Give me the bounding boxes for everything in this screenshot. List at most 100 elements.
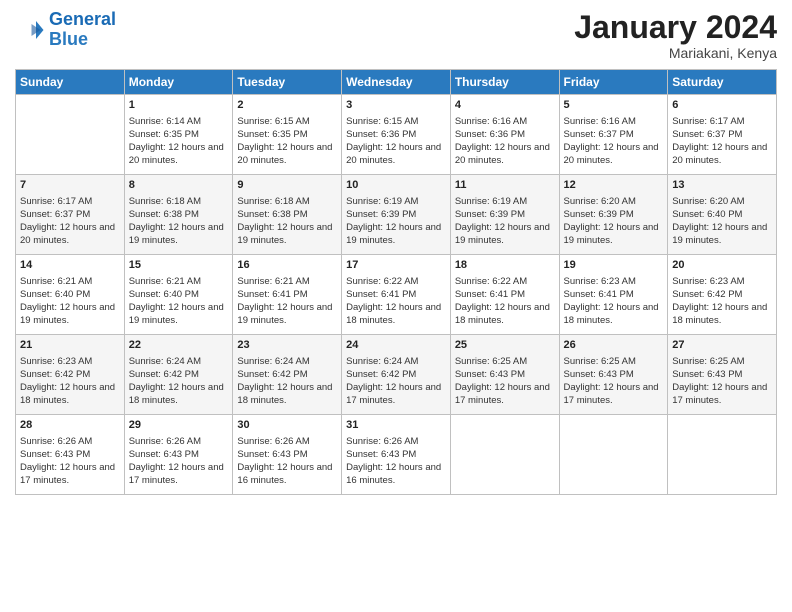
day-info: Sunrise: 6:22 AM Sunset: 6:41 PM Dayligh… <box>346 275 446 328</box>
day-info: Sunrise: 6:21 AM Sunset: 6:41 PM Dayligh… <box>237 275 337 328</box>
calendar-cell: 19 Sunrise: 6:23 AM Sunset: 6:41 PM Dayli… <box>559 255 668 335</box>
day-number: 21 <box>20 338 120 353</box>
day-info: Sunrise: 6:24 AM Sunset: 6:42 PM Dayligh… <box>346 355 446 408</box>
day-number: 8 <box>129 178 229 193</box>
col-saturday: Saturday <box>668 70 777 95</box>
day-number: 6 <box>672 98 772 113</box>
day-number: 10 <box>346 178 446 193</box>
calendar-cell: 4Sunrise: 6:16 AM Sunset: 6:36 PM Daylig… <box>450 95 559 175</box>
logo-icon <box>15 15 45 45</box>
calendar-cell <box>16 95 125 175</box>
day-info: Sunrise: 6:17 AM Sunset: 6:37 PM Dayligh… <box>672 115 772 168</box>
calendar-cell: 25 Sunrise: 6:25 AM Sunset: 6:43 PM Dayli… <box>450 335 559 415</box>
day-info: Sunrise: 6:24 AM Sunset: 6:42 PM Dayligh… <box>129 355 229 408</box>
day-number: 12 <box>564 178 664 193</box>
day-number: 18 <box>455 258 555 273</box>
day-number: 1 <box>129 98 229 113</box>
calendar-cell: 2 Sunrise: 6:15 AM Sunset: 6:35 PM Daylig… <box>233 95 342 175</box>
day-number: 29 <box>129 418 229 433</box>
calendar-table: Sunday Monday Tuesday Wednesday Thursday… <box>15 69 777 495</box>
day-number: 16 <box>237 258 337 273</box>
calendar-cell: 30Sunrise: 6:26 AM Sunset: 6:43 PM Dayli… <box>233 415 342 495</box>
day-number: 31 <box>346 418 446 433</box>
day-number: 24 <box>346 338 446 353</box>
calendar-cell: 20 Sunrise: 6:23 AM Sunset: 6:42 PM Dayli… <box>668 255 777 335</box>
calendar-cell: 9 Sunrise: 6:18 AM Sunset: 6:38 PM Daylig… <box>233 175 342 255</box>
calendar-cell: 13 Sunrise: 6:20 AM Sunset: 6:40 PM Dayli… <box>668 175 777 255</box>
day-number: 27 <box>672 338 772 353</box>
week-row-1: 7 Sunrise: 6:17 AM Sunset: 6:37 PM Daylig… <box>16 175 777 255</box>
day-number: 11 <box>455 178 555 193</box>
day-info: Sunrise: 6:20 AM Sunset: 6:40 PM Dayligh… <box>672 195 772 248</box>
day-number: 14 <box>20 258 120 273</box>
header: General Blue January 2024 Mariakani, Ken… <box>15 10 777 61</box>
calendar-cell: 10 Sunrise: 6:19 AM Sunset: 6:39 PM Dayli… <box>342 175 451 255</box>
day-info: Sunrise: 6:22 AM Sunset: 6:41 PM Dayligh… <box>455 275 555 328</box>
col-friday: Friday <box>559 70 668 95</box>
day-info: Sunrise: 6:21 AM Sunset: 6:40 PM Dayligh… <box>20 275 120 328</box>
day-number: 17 <box>346 258 446 273</box>
day-info: Sunrise: 6:18 AM Sunset: 6:38 PM Dayligh… <box>237 195 337 248</box>
day-number: 2 <box>237 98 337 113</box>
calendar-cell: 29 Sunrise: 6:26 AM Sunset: 6:43 PM Dayli… <box>124 415 233 495</box>
calendar-cell: 5 Sunrise: 6:16 AM Sunset: 6:37 PM Daylig… <box>559 95 668 175</box>
day-info: Sunrise: 6:21 AM Sunset: 6:40 PM Dayligh… <box>129 275 229 328</box>
calendar-cell: 28Sunrise: 6:26 AM Sunset: 6:43 PM Dayli… <box>16 415 125 495</box>
page: General Blue January 2024 Mariakani, Ken… <box>0 0 792 612</box>
day-info: Sunrise: 6:20 AM Sunset: 6:39 PM Dayligh… <box>564 195 664 248</box>
day-number: 3 <box>346 98 446 113</box>
title-block: January 2024 Mariakani, Kenya <box>574 10 777 61</box>
day-info: Sunrise: 6:23 AM Sunset: 6:41 PM Dayligh… <box>564 275 664 328</box>
location: Mariakani, Kenya <box>574 45 777 61</box>
calendar-cell: 12 Sunrise: 6:20 AM Sunset: 6:39 PM Dayli… <box>559 175 668 255</box>
calendar-cell <box>559 415 668 495</box>
week-row-0: 1 Sunrise: 6:14 AM Sunset: 6:35 PM Daylig… <box>16 95 777 175</box>
calendar-cell: 26 Sunrise: 6:25 AM Sunset: 6:43 PM Dayli… <box>559 335 668 415</box>
day-number: 13 <box>672 178 772 193</box>
col-wednesday: Wednesday <box>342 70 451 95</box>
day-number: 19 <box>564 258 664 273</box>
week-row-3: 21 Sunrise: 6:23 AM Sunset: 6:42 PM Dayli… <box>16 335 777 415</box>
day-info: Sunrise: 6:26 AM Sunset: 6:43 PM Dayligh… <box>346 435 446 488</box>
calendar-cell: 15 Sunrise: 6:21 AM Sunset: 6:40 PM Dayli… <box>124 255 233 335</box>
calendar-cell: 24 Sunrise: 6:24 AM Sunset: 6:42 PM Dayli… <box>342 335 451 415</box>
calendar-cell: 3 Sunrise: 6:15 AM Sunset: 6:36 PM Daylig… <box>342 95 451 175</box>
day-info: Sunrise: 6:23 AM Sunset: 6:42 PM Dayligh… <box>672 275 772 328</box>
calendar-cell: 7 Sunrise: 6:17 AM Sunset: 6:37 PM Daylig… <box>16 175 125 255</box>
col-thursday: Thursday <box>450 70 559 95</box>
day-info: Sunrise: 6:15 AM Sunset: 6:36 PM Dayligh… <box>346 115 446 168</box>
header-row: Sunday Monday Tuesday Wednesday Thursday… <box>16 70 777 95</box>
day-number: 25 <box>455 338 555 353</box>
day-info: Sunrise: 6:17 AM Sunset: 6:37 PM Dayligh… <box>20 195 120 248</box>
day-number: 7 <box>20 178 120 193</box>
day-info: Sunrise: 6:16 AM Sunset: 6:37 PM Dayligh… <box>564 115 664 168</box>
day-info: Sunrise: 6:19 AM Sunset: 6:39 PM Dayligh… <box>346 195 446 248</box>
day-number: 15 <box>129 258 229 273</box>
day-info: Sunrise: 6:14 AM Sunset: 6:35 PM Dayligh… <box>129 115 229 168</box>
day-info: Sunrise: 6:16 AM Sunset: 6:36 PM Dayligh… <box>455 115 555 168</box>
calendar-cell: 22Sunrise: 6:24 AM Sunset: 6:42 PM Dayli… <box>124 335 233 415</box>
day-info: Sunrise: 6:26 AM Sunset: 6:43 PM Dayligh… <box>129 435 229 488</box>
calendar-cell: 17 Sunrise: 6:22 AM Sunset: 6:41 PM Dayli… <box>342 255 451 335</box>
day-info: Sunrise: 6:18 AM Sunset: 6:38 PM Dayligh… <box>129 195 229 248</box>
day-number: 5 <box>564 98 664 113</box>
week-row-2: 14 Sunrise: 6:21 AM Sunset: 6:40 PM Dayli… <box>16 255 777 335</box>
day-info: Sunrise: 6:26 AM Sunset: 6:43 PM Dayligh… <box>20 435 120 488</box>
day-info: Sunrise: 6:25 AM Sunset: 6:43 PM Dayligh… <box>672 355 772 408</box>
calendar-cell: 31 Sunrise: 6:26 AM Sunset: 6:43 PM Dayli… <box>342 415 451 495</box>
calendar-cell: 8 Sunrise: 6:18 AM Sunset: 6:38 PM Daylig… <box>124 175 233 255</box>
week-row-4: 28Sunrise: 6:26 AM Sunset: 6:43 PM Dayli… <box>16 415 777 495</box>
day-number: 9 <box>237 178 337 193</box>
logo-text: General Blue <box>49 10 116 50</box>
day-info: Sunrise: 6:15 AM Sunset: 6:35 PM Dayligh… <box>237 115 337 168</box>
day-info: Sunrise: 6:25 AM Sunset: 6:43 PM Dayligh… <box>564 355 664 408</box>
day-info: Sunrise: 6:23 AM Sunset: 6:42 PM Dayligh… <box>20 355 120 408</box>
calendar-cell: 18 Sunrise: 6:22 AM Sunset: 6:41 PM Dayli… <box>450 255 559 335</box>
day-number: 20 <box>672 258 772 273</box>
day-info: Sunrise: 6:25 AM Sunset: 6:43 PM Dayligh… <box>455 355 555 408</box>
calendar-cell: 16 Sunrise: 6:21 AM Sunset: 6:41 PM Dayli… <box>233 255 342 335</box>
day-number: 26 <box>564 338 664 353</box>
calendar-cell: 27 Sunrise: 6:25 AM Sunset: 6:43 PM Dayli… <box>668 335 777 415</box>
calendar-cell <box>450 415 559 495</box>
col-tuesday: Tuesday <box>233 70 342 95</box>
